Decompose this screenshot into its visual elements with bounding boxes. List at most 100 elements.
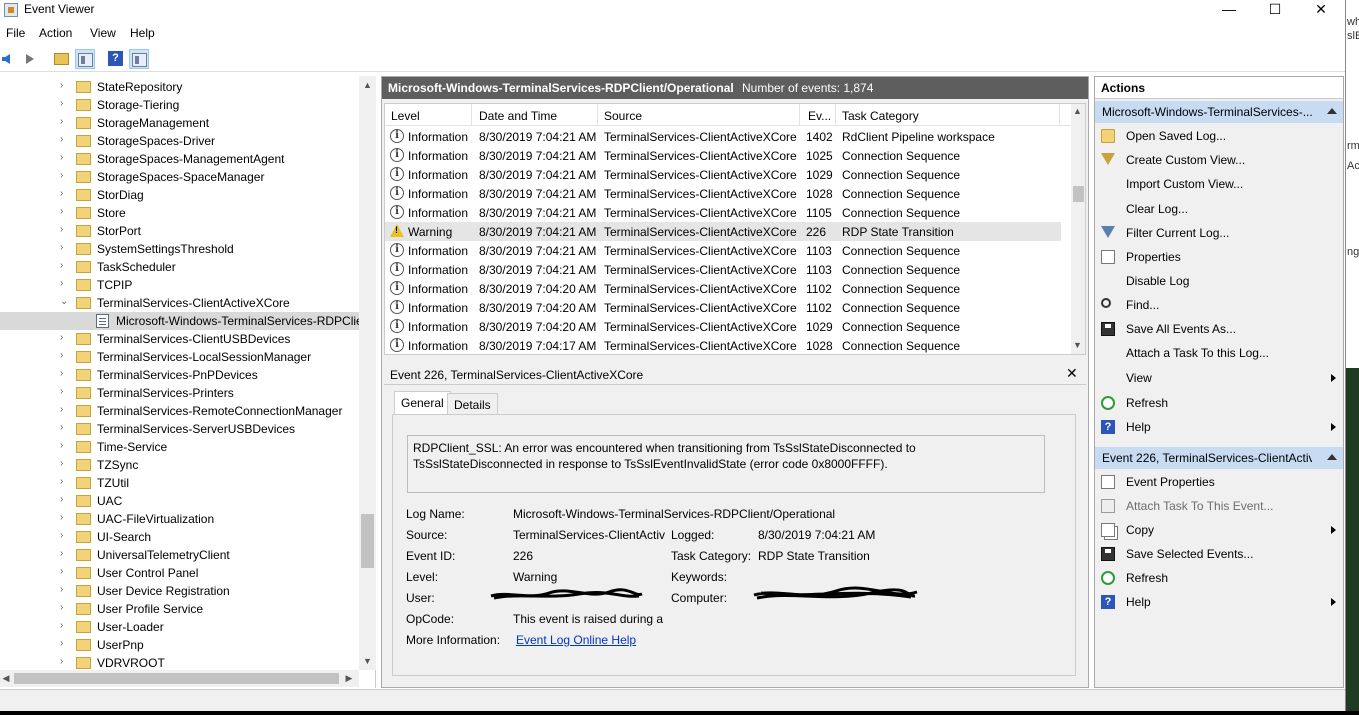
tree-item[interactable]: › TerminalServices-ClientUSBDevices <box>0 330 360 348</box>
column-event-id[interactable]: Ev... <box>808 109 831 123</box>
tree-item[interactable]: › TerminalServices-ServerUSBDevices <box>0 420 360 438</box>
chevron-right-icon[interactable]: › <box>60 207 70 217</box>
open-folder-button[interactable] <box>52 49 72 69</box>
tree-item[interactable]: › StorageSpaces-ManagementAgent <box>0 150 360 168</box>
chevron-right-icon[interactable]: › <box>60 171 70 181</box>
column-level[interactable]: Level <box>391 109 420 123</box>
event-message[interactable]: RDPClient_SSL: An error was encountered … <box>407 435 1045 493</box>
action-help[interactable]: ? Help <box>1095 415 1343 439</box>
column-divider[interactable] <box>471 104 472 126</box>
tree-item[interactable]: › UniversalTelemetryClient <box>0 546 360 564</box>
console-tree[interactable]: › StateRepository › Storage-Tiering › Storage… <box>0 76 376 688</box>
chevron-right-icon[interactable]: › <box>60 603 70 613</box>
event-row[interactable]: Warning 8/30/2019 7:04:21 AM TerminalServi… <box>385 222 1061 241</box>
column-divider[interactable] <box>1059 104 1060 126</box>
tree-item[interactable]: › TerminalServices-LocalSessionManager <box>0 348 360 366</box>
chevron-right-icon[interactable]: › <box>60 261 70 271</box>
tree-item[interactable]: › StorDiag <box>0 186 360 204</box>
tree-item[interactable]: › UAC-FileVirtualization <box>0 510 360 528</box>
event-row[interactable]: i Information 8/30/2019 7:04:21 AM Terminal… <box>385 203 1061 222</box>
column-date-time[interactable]: Date and Time <box>479 109 557 123</box>
column-divider[interactable] <box>835 104 836 126</box>
show-hide-console-tree-button[interactable] <box>75 49 95 69</box>
events-grid[interactable]: Level Date and Time Source Ev... Task Ca… <box>384 103 1086 355</box>
action-open-saved-log[interactable]: Open Saved Log... <box>1095 124 1343 148</box>
scroll-right-icon[interactable]: ▶ <box>342 673 356 684</box>
menu-help[interactable]: Help <box>130 26 155 40</box>
action-find[interactable]: Find... <box>1095 293 1343 317</box>
tree-item[interactable]: › TCPIP <box>0 276 360 294</box>
chevron-down-icon[interactable]: ⌄ <box>60 297 70 307</box>
event-row[interactable]: i Information 8/30/2019 7:04:21 AM Terminal… <box>385 165 1061 184</box>
action-event-properties[interactable]: Event Properties <box>1095 470 1343 494</box>
action-properties[interactable]: Properties <box>1095 245 1343 269</box>
scroll-thumb[interactable] <box>1073 186 1084 202</box>
chevron-right-icon[interactable]: › <box>60 657 70 667</box>
event-row[interactable]: i Information 8/30/2019 7:04:21 AM Terminal… <box>385 127 1061 146</box>
action-attach-a-task-to-this-log[interactable]: Attach a Task To this Log... <box>1095 341 1343 365</box>
forward-button[interactable] <box>20 49 40 69</box>
column-divider[interactable] <box>597 104 598 126</box>
column-divider[interactable] <box>799 104 800 126</box>
chevron-right-icon[interactable]: › <box>60 189 70 199</box>
tree-item[interactable]: › TerminalServices-RemoteConnectionManage… <box>0 402 360 420</box>
chevron-right-icon[interactable]: › <box>60 351 70 361</box>
action-save-selected-events[interactable]: Save Selected Events... <box>1095 542 1343 566</box>
grid-vertical-scrollbar[interactable]: ▲ ▼ <box>1070 104 1085 354</box>
chevron-right-icon[interactable]: › <box>60 117 70 127</box>
tree-item[interactable]: › TZSync <box>0 456 360 474</box>
chevron-right-icon[interactable]: › <box>60 153 70 163</box>
tree-vertical-scrollbar[interactable]: ▲ ▼ <box>359 76 376 670</box>
column-task-category[interactable]: Task Category <box>842 109 919 123</box>
scroll-thumb[interactable] <box>361 514 374 568</box>
chevron-right-icon[interactable]: › <box>60 279 70 289</box>
action-view[interactable]: View <box>1095 366 1343 390</box>
collapse-up-icon[interactable] <box>1327 108 1337 114</box>
scroll-up-icon[interactable]: ▲ <box>359 80 376 90</box>
tree-item[interactable]: › SystemSettingsThreshold <box>0 240 360 258</box>
action-help[interactable]: ? Help <box>1095 590 1343 614</box>
tree-item[interactable]: › UserPnp <box>0 636 360 654</box>
event-row[interactable]: i Information 8/30/2019 7:04:21 AM Terminal… <box>385 184 1061 203</box>
event-row[interactable]: i Information 8/30/2019 7:04:20 AM Terminal… <box>385 279 1061 298</box>
action-save-all-events-as[interactable]: Save All Events As... <box>1095 317 1343 341</box>
event-row[interactable]: i Information 8/30/2019 7:04:21 AM Terminal… <box>385 146 1061 165</box>
action-import-custom-view[interactable]: Import Custom View... <box>1095 172 1343 196</box>
menu-action[interactable]: Action <box>39 26 72 40</box>
tree-item[interactable]: › User Profile Service <box>0 600 360 618</box>
tree-item[interactable]: › TZUtil <box>0 474 360 492</box>
chevron-right-icon[interactable]: › <box>60 441 70 451</box>
menu-view[interactable]: View <box>90 26 116 40</box>
close-button[interactable]: ✕ <box>1298 0 1344 22</box>
chevron-right-icon[interactable]: › <box>60 567 70 577</box>
tree-item[interactable]: › UI-Search <box>0 528 360 546</box>
show-hide-action-pane-button[interactable] <box>129 49 149 69</box>
event-log-online-help-link[interactable]: Event Log Online Help <box>516 633 636 647</box>
maximize-button[interactable]: ☐ <box>1252 0 1298 22</box>
scroll-down-icon[interactable]: ▼ <box>359 656 376 666</box>
chevron-right-icon[interactable]: › <box>60 459 70 469</box>
chevron-right-icon[interactable]: › <box>60 405 70 415</box>
scroll-left-icon[interactable]: ◀ <box>0 673 12 684</box>
tree-item[interactable]: › StorageManagement <box>0 114 360 132</box>
tree-item[interactable]: › Storage-Tiering <box>0 96 360 114</box>
chevron-right-icon[interactable]: › <box>60 423 70 433</box>
chevron-right-icon[interactable]: › <box>60 243 70 253</box>
help-toolbar-button[interactable]: ? <box>106 49 126 69</box>
back-button[interactable] <box>0 49 20 69</box>
scroll-down-icon[interactable]: ▼ <box>1070 340 1085 350</box>
actions-section-event[interactable]: Event 226, TerminalServices-ClientActiv.… <box>1095 447 1343 469</box>
tree-item[interactable]: › TerminalServices-PnPDevices <box>0 366 360 384</box>
tree-item[interactable]: › User Device Registration <box>0 582 360 600</box>
tab-details[interactable]: Details <box>447 393 498 415</box>
minimize-button[interactable]: — <box>1206 0 1252 22</box>
event-row[interactable]: i Information 8/30/2019 7:04:20 AM Terminal… <box>385 298 1061 317</box>
chevron-right-icon[interactable]: › <box>60 81 70 91</box>
chevron-right-icon[interactable]: › <box>60 531 70 541</box>
tree-item[interactable]: › User-Loader <box>0 618 360 636</box>
tree-item[interactable]: › StorageSpaces-Driver <box>0 132 360 150</box>
tree-item-selected-log[interactable]: Microsoft-Windows-TerminalServices-RDPCl… <box>0 312 375 330</box>
chevron-right-icon[interactable]: › <box>60 639 70 649</box>
column-source[interactable]: Source <box>604 109 642 123</box>
tree-item[interactable]: › Store <box>0 204 360 222</box>
